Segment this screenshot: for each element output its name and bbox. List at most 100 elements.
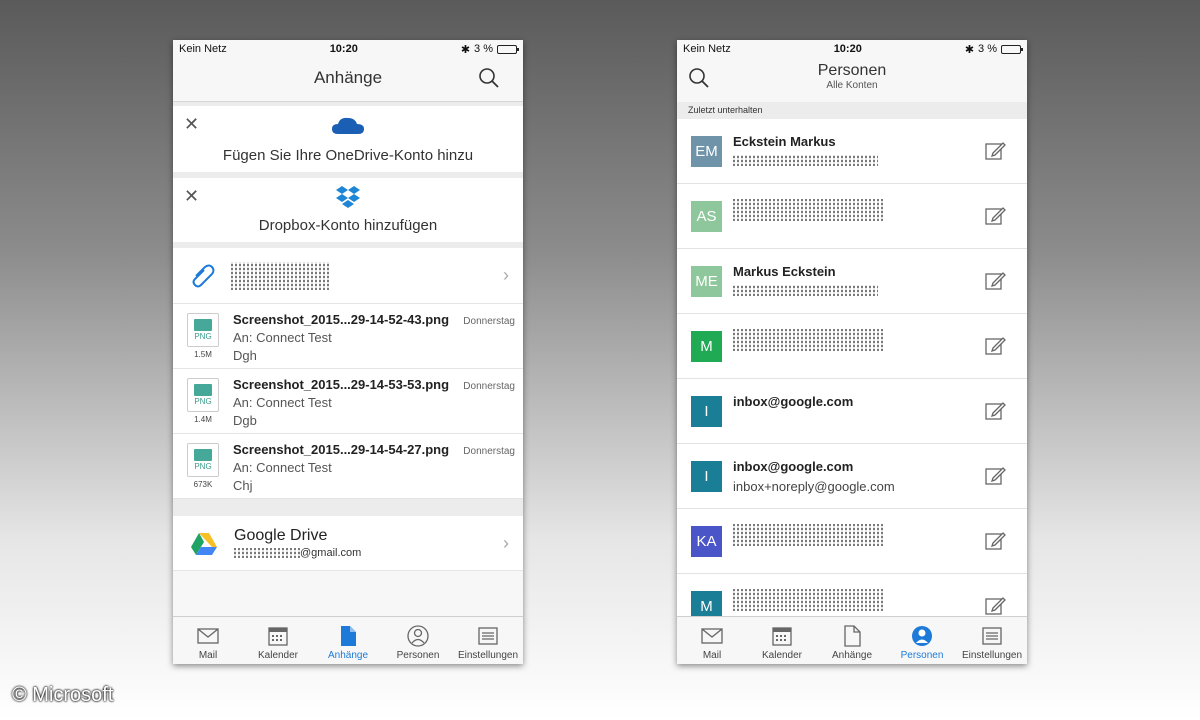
file-name: Screenshot_2015...29-14-54-27.png bbox=[233, 442, 450, 457]
page-title: Anhänge bbox=[313, 68, 383, 87]
battery-status: ✱ 3 % bbox=[460, 43, 519, 56]
compose-icon[interactable] bbox=[984, 335, 1006, 357]
tab-settings[interactable]: Einstellungen bbox=[957, 617, 1027, 664]
contact-name bbox=[733, 524, 883, 549]
bluetooth-icon: ✱ bbox=[964, 43, 975, 56]
file-sender: Dgh bbox=[233, 348, 257, 363]
file-name: Screenshot_2015...29-14-52-43.png bbox=[233, 312, 450, 327]
contact-row[interactable]: Iinbox@google.com bbox=[677, 379, 1027, 444]
tab-calendar[interactable]: Kalender bbox=[747, 617, 817, 664]
tab-settings[interactable]: Einstellungen bbox=[453, 617, 523, 664]
file-date: Donnerstag bbox=[463, 446, 515, 457]
avatar: M bbox=[691, 331, 722, 362]
google-drive-row[interactable]: Google Drive @gmail.com › bbox=[173, 516, 523, 571]
contact-name bbox=[733, 199, 883, 224]
title-block: Personen Alle Konten bbox=[677, 58, 1027, 91]
contact-name: inbox@google.com bbox=[733, 394, 854, 409]
compose-icon-glyph bbox=[985, 597, 1006, 615]
close-icon[interactable]: ✕ bbox=[184, 186, 199, 207]
contact-email bbox=[733, 154, 878, 169]
battery-icon bbox=[1001, 44, 1023, 54]
search-icon[interactable] bbox=[477, 66, 501, 90]
nav-bar: Personen Alle Konten bbox=[677, 58, 1027, 102]
battery-label: 3 % bbox=[978, 43, 997, 55]
dropbox-card[interactable]: ✕ Dropbox-Konto hinzufügen bbox=[173, 178, 523, 242]
file-sender: Chj bbox=[233, 478, 253, 493]
tab-label: Anhänge bbox=[831, 650, 873, 661]
compose-icon-glyph bbox=[985, 532, 1006, 550]
carrier-label: Kein Netz bbox=[683, 43, 731, 55]
calendar-icon bbox=[268, 627, 288, 646]
contact-row[interactable]: EM Eckstein Markus bbox=[677, 119, 1027, 184]
file-size: 673K bbox=[193, 480, 213, 489]
people-screen: Kein Netz 10:20 ✱ 3 % Personen Alle Kont… bbox=[677, 40, 1027, 664]
tab-calendar[interactable]: Kalender bbox=[243, 617, 313, 664]
compose-icon[interactable] bbox=[984, 530, 1006, 552]
tab-attachments[interactable]: Anhänge bbox=[313, 617, 383, 664]
contact-email bbox=[733, 284, 878, 299]
avatar: I bbox=[691, 461, 722, 492]
gdrive-info: Google Drive @gmail.com bbox=[234, 527, 361, 559]
redacted-email bbox=[733, 285, 878, 296]
compose-icon[interactable] bbox=[984, 400, 1006, 422]
tab-attachments[interactable]: Anhänge bbox=[817, 617, 887, 664]
png-file-icon: PNG bbox=[187, 313, 219, 347]
gdrive-title: Google Drive bbox=[234, 527, 328, 544]
contact-row[interactable]: Iinbox@google.com inbox+noreply@google.co… bbox=[677, 444, 1027, 509]
onedrive-label: Fügen Sie Ihre OneDrive-Konto hinzu bbox=[222, 147, 474, 164]
compose-icon[interactable] bbox=[984, 595, 1006, 617]
nav-bar: Anhänge bbox=[173, 58, 523, 102]
file-icon bbox=[341, 626, 356, 646]
file-row[interactable]: PNG 673K Screenshot_2015...29-14-54-27.p… bbox=[173, 434, 523, 499]
tab-label: Einstellungen bbox=[457, 650, 519, 661]
contact-row[interactable]: AS bbox=[677, 184, 1027, 249]
tab-people[interactable]: Personen bbox=[887, 617, 957, 664]
search-icon[interactable] bbox=[687, 66, 711, 90]
settings-icon bbox=[478, 627, 498, 645]
mail-icon bbox=[197, 628, 219, 644]
avatar: AS bbox=[691, 201, 722, 232]
carrier-label: Kein Netz bbox=[179, 43, 227, 55]
compose-icon[interactable] bbox=[984, 205, 1006, 227]
file-type: PNG bbox=[194, 397, 212, 406]
tab-label: Personen bbox=[900, 650, 944, 661]
contact-row[interactable]: ME Markus Eckstein bbox=[677, 249, 1027, 314]
file-recipient: An: Connect Test bbox=[233, 395, 332, 410]
file-row[interactable]: PNG 1.5M Screenshot_2015...29-14-52-43.p… bbox=[173, 304, 523, 369]
contact-row[interactable]: KA bbox=[677, 509, 1027, 574]
file-name: Screenshot_2015...29-14-53-53.png bbox=[233, 377, 450, 392]
file-recipient: An: Connect Test bbox=[233, 330, 332, 345]
chevron-right-icon: › bbox=[503, 265, 509, 285]
redacted-name bbox=[733, 329, 883, 351]
file-sender: Dgb bbox=[233, 413, 257, 428]
tab-label: Kalender bbox=[761, 650, 803, 661]
redacted-account bbox=[231, 261, 331, 290]
compose-icon-glyph bbox=[985, 272, 1006, 290]
avatar: I bbox=[691, 396, 722, 427]
close-icon[interactable]: ✕ bbox=[184, 114, 199, 135]
file-thumb: PNG 1.5M bbox=[187, 313, 219, 359]
tab-label: Anhänge bbox=[327, 650, 369, 661]
gdrive-email: @gmail.com bbox=[234, 547, 361, 559]
contact-name: Markus Eckstein bbox=[733, 264, 836, 279]
contact-name: Eckstein Markus bbox=[733, 134, 836, 149]
bluetooth-icon: ✱ bbox=[460, 43, 471, 56]
status-bar: Kein Netz 10:20 ✱ 3 % bbox=[173, 40, 523, 58]
onedrive-card[interactable]: ✕ Fügen Sie Ihre OneDrive-Konto hinzu bbox=[173, 106, 523, 172]
clock: 10:20 bbox=[833, 43, 862, 55]
file-type: PNG bbox=[194, 332, 212, 341]
tab-mail[interactable]: Mail bbox=[677, 617, 747, 664]
status-bar: Kein Netz 10:20 ✱ 3 % bbox=[677, 40, 1027, 58]
png-file-icon: PNG bbox=[187, 378, 219, 412]
tab-mail[interactable]: Mail bbox=[173, 617, 243, 664]
attachment-account-row[interactable]: › bbox=[173, 248, 523, 304]
compose-icon[interactable] bbox=[984, 140, 1006, 162]
tab-people[interactable]: Personen bbox=[383, 617, 453, 664]
compose-icon[interactable] bbox=[984, 465, 1006, 487]
file-info: Screenshot_2015...29-14-52-43.png An: Co… bbox=[233, 312, 449, 363]
contact-name: inbox@google.com bbox=[733, 459, 854, 474]
avatar: KA bbox=[691, 526, 722, 557]
contact-row[interactable]: M bbox=[677, 314, 1027, 379]
compose-icon[interactable] bbox=[984, 270, 1006, 292]
file-row[interactable]: PNG 1.4M Screenshot_2015...29-14-53-53.p… bbox=[173, 369, 523, 434]
